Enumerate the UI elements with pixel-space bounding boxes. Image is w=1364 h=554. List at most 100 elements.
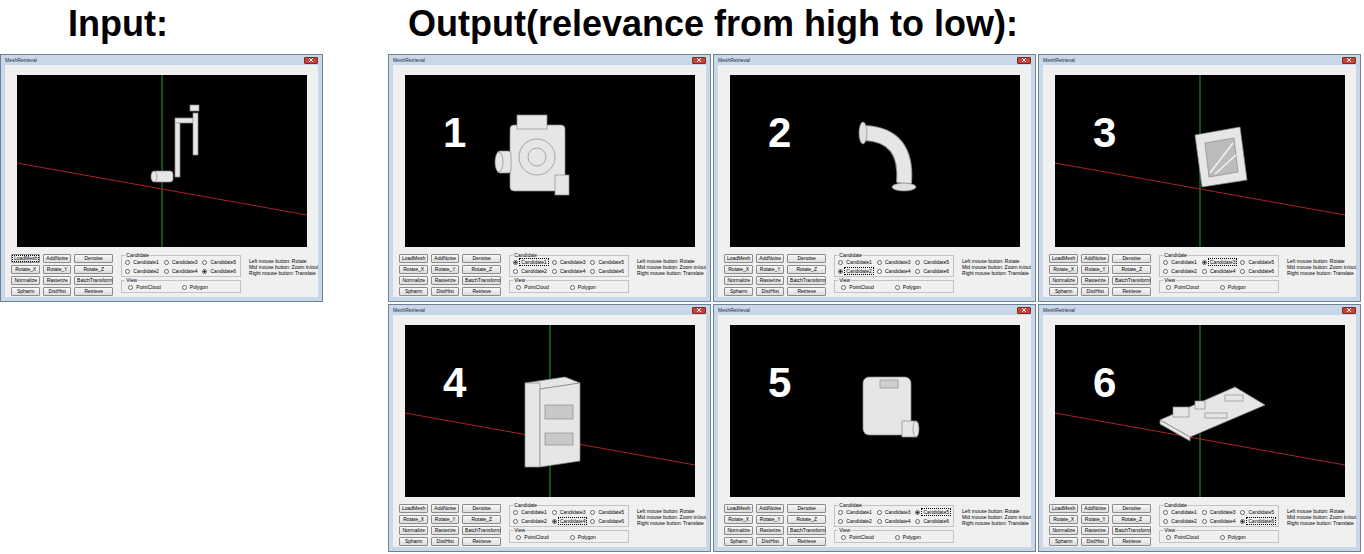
action-button[interactable]: AddNoise [1081,254,1109,263]
candidate-radio[interactable]: Candidate6 [590,518,625,524]
action-button[interactable]: Spharm [724,287,753,296]
action-button[interactable]: Rotate_Z [787,265,826,274]
view-radio[interactable]: PointCloud [841,284,874,290]
radio-dot[interactable] [1202,510,1207,515]
radio-dot[interactable] [513,510,518,515]
action-button[interactable]: Rotate_X [724,265,753,274]
candidate-radio[interactable]: Candidate3 [877,259,912,265]
action-button[interactable]: Spharm [399,537,428,546]
mesh-viewport[interactable]: 1 [405,75,695,247]
mesh-scene[interactable] [405,75,695,247]
radio-dot[interactable] [877,519,882,524]
action-button[interactable]: Retrieve [462,287,501,296]
action-button[interactable]: LoadMesh [724,254,753,263]
title-bar[interactable]: MeshRetrieval [1039,305,1360,315]
action-button[interactable]: Rasterize [431,276,459,285]
action-button[interactable]: DistHist [756,537,784,546]
radio-dot[interactable] [513,260,518,265]
candidate-radio[interactable]: Candidate3 [877,509,912,515]
radio-dot[interactable] [590,510,595,515]
view-radio[interactable]: PointCloud [516,534,549,540]
action-button[interactable]: Denoise [1112,254,1151,263]
radio-dot[interactable] [915,519,920,524]
candidate-radio[interactable]: Candidate6 [202,268,237,274]
radio-dot[interactable] [915,510,920,515]
mesh-scene[interactable] [730,75,1020,247]
candidate-radio[interactable]: Candidate2 [1163,518,1198,524]
candidate-radio[interactable]: Candidate5 [590,259,625,265]
radio-dot[interactable] [1166,535,1171,540]
radio-dot[interactable] [552,269,557,274]
candidate-radio[interactable]: Candidate2 [838,268,873,274]
radio-dot[interactable] [1202,260,1207,265]
candidate-radio[interactable]: Candidate1 [125,259,160,265]
action-button[interactable]: DistHist [1081,287,1109,296]
candidate-radio[interactable]: Candidate3 [164,259,199,265]
radio-dot[interactable] [841,285,846,290]
title-bar[interactable]: MeshRetrieval [1,55,322,65]
radio-dot[interactable] [513,269,518,274]
radio-dot[interactable] [516,285,521,290]
action-button[interactable]: Normalize [1049,276,1078,285]
candidate-radio[interactable]: Candidate2 [1163,268,1198,274]
candidate-radio[interactable]: Candidate6 [1240,518,1275,524]
close-button[interactable] [1342,307,1356,314]
radio-dot[interactable] [164,260,169,265]
candidate-radio[interactable]: Candidate3 [1202,259,1237,265]
action-button[interactable]: Denoise [1112,504,1151,513]
action-button[interactable]: BatchTransform [1112,526,1151,535]
action-button[interactable]: Rotate_X [11,265,40,274]
candidate-radio[interactable]: Candidate1 [513,509,548,515]
candidate-radio[interactable]: Candidate5 [1240,259,1275,265]
action-button[interactable]: Normalize [11,276,40,285]
action-button[interactable]: AddNoise [756,504,784,513]
candidate-radio[interactable]: Candidate6 [915,518,950,524]
action-button[interactable]: Spharm [1049,537,1078,546]
radio-dot[interactable] [125,260,130,265]
action-button[interactable]: Denoise [787,254,826,263]
action-button[interactable]: Rotate_Z [1112,515,1151,524]
candidate-radio[interactable]: Candidate4 [877,518,912,524]
close-button[interactable] [692,307,706,314]
view-radio[interactable]: Polygon [570,284,597,290]
action-button[interactable]: AddNoise [431,254,459,263]
candidate-radio[interactable]: Candidate5 [202,259,237,265]
view-radio[interactable]: PointCloud [1166,534,1199,540]
radio-dot[interactable] [1220,535,1225,540]
radio-dot[interactable] [590,519,595,524]
mesh-scene[interactable] [405,325,695,497]
action-button[interactable]: Retrieve [787,287,826,296]
radio-dot[interactable] [1202,269,1207,274]
action-button[interactable]: Retrieve [1112,537,1151,546]
mesh-viewport[interactable]: 3 [1055,75,1345,247]
action-button[interactable]: BatchTransform [462,526,501,535]
radio-dot[interactable] [895,285,900,290]
action-button[interactable]: Normalize [1049,526,1078,535]
action-button[interactable]: BatchTransform [787,276,826,285]
action-button[interactable]: DistHist [43,287,71,296]
action-button[interactable]: Spharm [399,287,428,296]
action-button[interactable]: AddNoise [431,504,459,513]
radio-dot[interactable] [570,285,575,290]
action-button[interactable]: Denoise [462,254,501,263]
candidate-radio[interactable]: Candidate2 [513,268,548,274]
action-button[interactable]: LoadMesh [724,504,753,513]
action-button[interactable]: AddNoise [756,254,784,263]
mesh-scene[interactable] [17,75,307,247]
radio-dot[interactable] [182,285,187,290]
radio-dot[interactable] [838,260,843,265]
candidate-radio[interactable]: Candidate3 [1202,509,1237,515]
candidate-radio[interactable]: Candidate1 [1163,509,1198,515]
action-button[interactable]: Rasterize [43,276,71,285]
radio-dot[interactable] [838,269,843,274]
action-button[interactable]: Denoise [462,504,501,513]
action-button[interactable]: Rotate_Z [1112,265,1151,274]
radio-dot[interactable] [838,519,843,524]
radio-dot[interactable] [1202,519,1207,524]
action-button[interactable]: Normalize [724,526,753,535]
radio-dot[interactable] [1240,269,1245,274]
action-button[interactable]: Rotate_Y [756,265,784,274]
action-button[interactable]: LoadMesh [399,254,428,263]
radio-dot[interactable] [590,269,595,274]
radio-dot[interactable] [552,519,557,524]
